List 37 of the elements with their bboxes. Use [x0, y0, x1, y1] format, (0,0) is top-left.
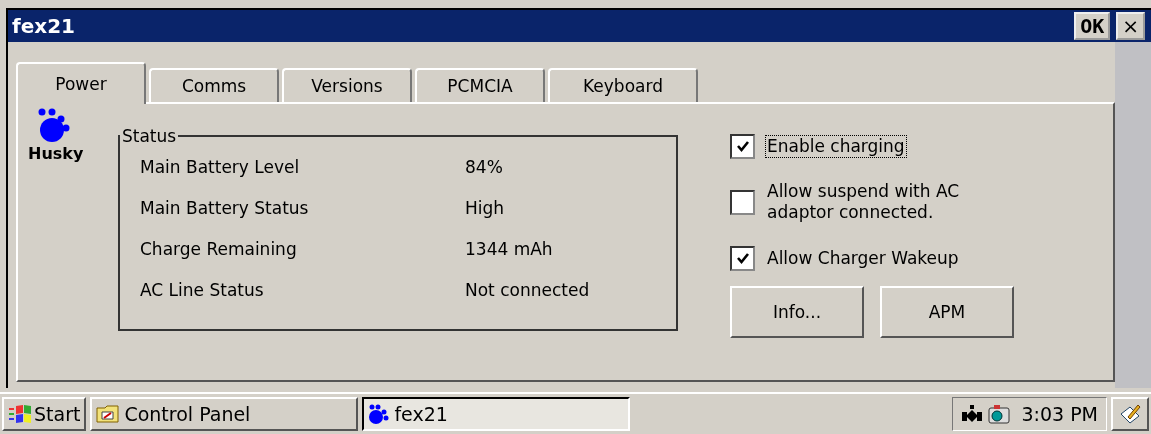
tab[interactable]: Versions: [282, 68, 412, 102]
start-button[interactable]: Start: [2, 397, 87, 431]
camera-icon[interactable]: [987, 403, 1012, 425]
status-value: 84%: [465, 156, 503, 177]
checkbox[interactable]: [730, 133, 755, 159]
desktop-button[interactable]: [1111, 397, 1149, 431]
pen-paper-icon: [1118, 402, 1142, 426]
checkbox-label[interactable]: Allow suspend with AC adaptor connected.: [765, 180, 979, 224]
status-label: Main Battery Status: [140, 197, 310, 218]
status-value: High: [465, 197, 505, 218]
tab[interactable]: PCMCIA: [415, 68, 545, 102]
status-value: Not connected: [465, 279, 590, 300]
push-button[interactable]: Info...: [730, 286, 864, 338]
taskbar-button[interactable]: Control Panel: [90, 397, 359, 431]
window-title: fex21: [12, 14, 76, 38]
logo-text: Husky: [28, 144, 84, 163]
push-button[interactable]: APM: [880, 286, 1014, 338]
group-title: Status: [121, 126, 178, 146]
tab[interactable]: Power: [16, 62, 146, 104]
network-icon[interactable]: [961, 404, 984, 424]
clock: 3:03 PM: [1021, 403, 1098, 425]
close-button[interactable]: ×: [1116, 12, 1145, 40]
status-label: Main Battery Level: [140, 156, 301, 177]
checkbox-label[interactable]: Enable charging: [765, 134, 907, 158]
windows-flag-icon: [8, 403, 32, 425]
tab[interactable]: Comms: [149, 68, 279, 102]
checkbox-label[interactable]: Allow Charger Wakeup: [765, 246, 979, 270]
status-value: 1344 mAh: [465, 238, 553, 259]
tab[interactable]: Keyboard: [548, 68, 698, 102]
status-label: AC Line Status: [140, 279, 265, 300]
ok-button[interactable]: OK: [1074, 12, 1111, 40]
status-label: Charge Remaining: [140, 238, 298, 259]
folder-icon: [96, 404, 121, 424]
checkbox[interactable]: [730, 245, 755, 271]
checkbox[interactable]: [730, 189, 755, 215]
taskbar-button[interactable]: fex21: [362, 397, 631, 431]
paw-icon: [368, 404, 391, 424]
